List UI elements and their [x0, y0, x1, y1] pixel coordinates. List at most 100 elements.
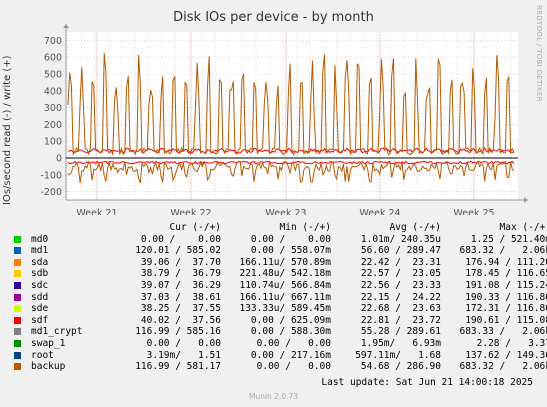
legend-max-value: 1.25 / 521.40m — [470, 233, 547, 245]
legend-avg-value: 22.81 / 23.72 — [360, 314, 441, 326]
legend-cur-value: 38.25 / 37.55 — [140, 303, 221, 315]
x-tick-label: Week 24 — [359, 208, 400, 215]
y-tick-label: 500 — [44, 70, 62, 81]
legend-header-cell: Max (-/+) — [499, 222, 547, 233]
y-tick-label: 0 — [56, 154, 62, 165]
last-update-text: Last update: Sat Jun 21 14:00:18 2025 — [321, 377, 533, 388]
y-tick-label: -100 — [40, 170, 62, 181]
legend-series-name: sdb — [31, 268, 49, 280]
legend-min-value: 0.00 / 217.16m — [250, 349, 331, 361]
legend-series-name: md1 — [31, 245, 49, 257]
legend-swatch — [14, 293, 21, 301]
y-tick-label: 100 — [44, 137, 62, 148]
legend-series-name: root — [31, 349, 54, 361]
legend-min-value: 0.00 / 0.00 — [256, 361, 331, 373]
legend-row: sda 39.06 / 37.70 166.11u/ 570.89m 22.42 / … — [10, 256, 547, 269]
x-tick-label: Week 22 — [170, 208, 211, 215]
legend-max-value: 178.45 / 116.65 — [465, 268, 547, 280]
legend-avg-value: 1.95m/ 6.93m — [360, 337, 441, 349]
x-tick-label: Week 25 — [453, 208, 494, 215]
legend-row: sdc 39.07 / 36.29 110.74u/ 566.84m 22.56 / … — [10, 279, 547, 292]
legend-cur-value: 0.00 / 0.00 — [146, 337, 221, 349]
legend-series-name: sde — [31, 303, 49, 315]
legend-cur-value: 0.00 / 0.00 — [140, 233, 221, 245]
legend-swatch — [14, 258, 21, 266]
x-tick-label: Week 23 — [265, 208, 306, 215]
legend-min-value: 0.00 / 558.07m — [250, 245, 331, 257]
legend-series-name: md1_crypt — [31, 326, 83, 338]
legend-swatch — [14, 281, 21, 289]
legend-swatch — [14, 305, 21, 313]
legend-row: md1 120.01 / 585.02 0.00 / 558.07m 56.60 / … — [10, 245, 547, 257]
legend-header-cell: Avg (-/+) — [389, 222, 441, 233]
legend-cur-value: 40.02 / 37.56 — [140, 314, 221, 326]
legend-series-name: sdf — [31, 314, 49, 326]
legend-header-cell: Min (-/+) — [279, 222, 331, 233]
y-tick-label: 200 — [44, 120, 62, 131]
legend-min-value: 133.33u/ 589.45m — [239, 303, 331, 315]
legend-swatch — [14, 316, 21, 324]
legend-swatch — [14, 235, 21, 243]
y-tick-label: 300 — [44, 103, 62, 114]
legend-row: backup 116.99 / 581.17 0.00 / 0.00 54.68 / … — [10, 361, 547, 373]
legend-avg-value: 22.42 / 23.31 — [360, 256, 441, 268]
legend-min-value: 166.11u/ 570.89m — [239, 256, 331, 268]
legend-max-value: 683.33 / 2.06k — [459, 326, 547, 338]
legend-min-value: 166.11u/ 667.11m — [239, 291, 331, 303]
legend-min-value: 0.00 / 625.09m — [250, 314, 331, 326]
legend-row: md1_crypt 116.99 / 585.16 0.00 / 588.30m 55… — [10, 326, 547, 338]
legend-row: sde 38.25 / 37.55 133.33u/ 589.45m 22.68 / … — [10, 303, 547, 315]
legend-min-value: 0.00 / 0.00 — [256, 337, 331, 349]
legend-max-value: 190.33 / 116.86 — [465, 291, 547, 303]
y-tick-label: 400 — [44, 86, 62, 97]
y-tick-label: -200 — [40, 187, 62, 198]
x-tick-label: Week 21 — [76, 208, 117, 215]
legend-row: sdd 37.03 / 38.61 166.11u/ 667.11m 22.15 / … — [10, 291, 547, 304]
legend-swatch — [14, 247, 21, 255]
legend-cur-value: 39.06 / 37.70 — [140, 256, 221, 268]
legend-header-spacer — [10, 222, 111, 234]
legend-max-value: 683.32 / 2.06k — [459, 245, 547, 257]
legend-min-value: 0.00 / 588.30m — [250, 326, 331, 338]
legend-cur-value: 3.19m/ 1.51 — [146, 349, 221, 361]
legend-row: root 3.19m/ 1.51 0.00 / 217.16m 597.11m/ 1.… — [10, 349, 547, 362]
legend-avg-value: 22.56 / 23.33 — [360, 279, 441, 291]
legend-swatch — [14, 270, 21, 278]
legend-table: Cur (-/+) Min (-/+) Avg (-/+) Max (-/+) md0 0… — [10, 222, 547, 373]
legend-max-value: 683.32 / 2.06k — [459, 361, 547, 373]
legend-min-value: 221.48u/ 542.18m — [239, 268, 331, 280]
legend-avg-value: 22.68 / 23.63 — [360, 303, 441, 315]
legend-avg-value: 55.28 / 289.61 — [360, 326, 441, 338]
legend-series-name: backup — [31, 361, 66, 373]
legend-series-name: sdc — [31, 279, 49, 291]
legend-series-name: sda — [31, 256, 49, 268]
legend-avg-value: 1.01m/ 240.35u — [360, 233, 441, 245]
legend-series-name: md0 — [31, 233, 49, 245]
legend-min-value: 0.00 / 0.00 — [250, 233, 331, 245]
legend-swatch — [14, 328, 21, 336]
legend-max-value: 2.28 / 3.37 — [476, 337, 547, 349]
y-tick-label: 700 — [44, 36, 62, 47]
legend-max-value: 176.94 / 111.20 — [465, 256, 547, 268]
legend-max-value: 172.31 / 116.80 — [465, 303, 547, 315]
legend-max-value: 191.08 / 115.24 — [465, 279, 547, 291]
legend-header: Cur (-/+) Min (-/+) Avg (-/+) Max (-/+) — [10, 222, 547, 234]
plot-area: -200 -100 0 100 200 300 400 500 600 700 Week 21 Wee… — [40, 24, 528, 215]
legend-series-name: sdd — [31, 291, 49, 303]
legend-series-name: swap_1 — [31, 337, 66, 349]
legend-swatch — [14, 363, 21, 371]
chart-frame: Disk IOs per device - by month IOs/secon… — [0, 0, 547, 407]
x-axis-arrow — [524, 197, 528, 203]
legend-cur-value: 38.79 / 36.79 — [140, 268, 221, 280]
legend-min-value: 110.74u/ 566.84m — [239, 279, 331, 291]
y-axis-arrow — [63, 24, 69, 28]
legend-avg-value: 56.60 / 289.47 — [360, 245, 441, 257]
legend-avg-value: 22.15 / 24.22 — [360, 291, 441, 303]
legend-row: sdb 38.79 / 36.79 221.48u/ 542.18m 22.57 / … — [10, 268, 547, 280]
munin-version: Munin 2.0.73 — [248, 392, 299, 401]
legend-header-cell: Cur (-/+) — [169, 222, 221, 233]
legend-row: sdf 40.02 / 37.56 0.00 / 625.09m 22.81 / 23… — [10, 314, 547, 327]
legend-avg-value: 54.68 / 286.90 — [360, 361, 441, 373]
legend-swatch — [14, 351, 21, 359]
y-tick-label: 600 — [44, 53, 62, 64]
